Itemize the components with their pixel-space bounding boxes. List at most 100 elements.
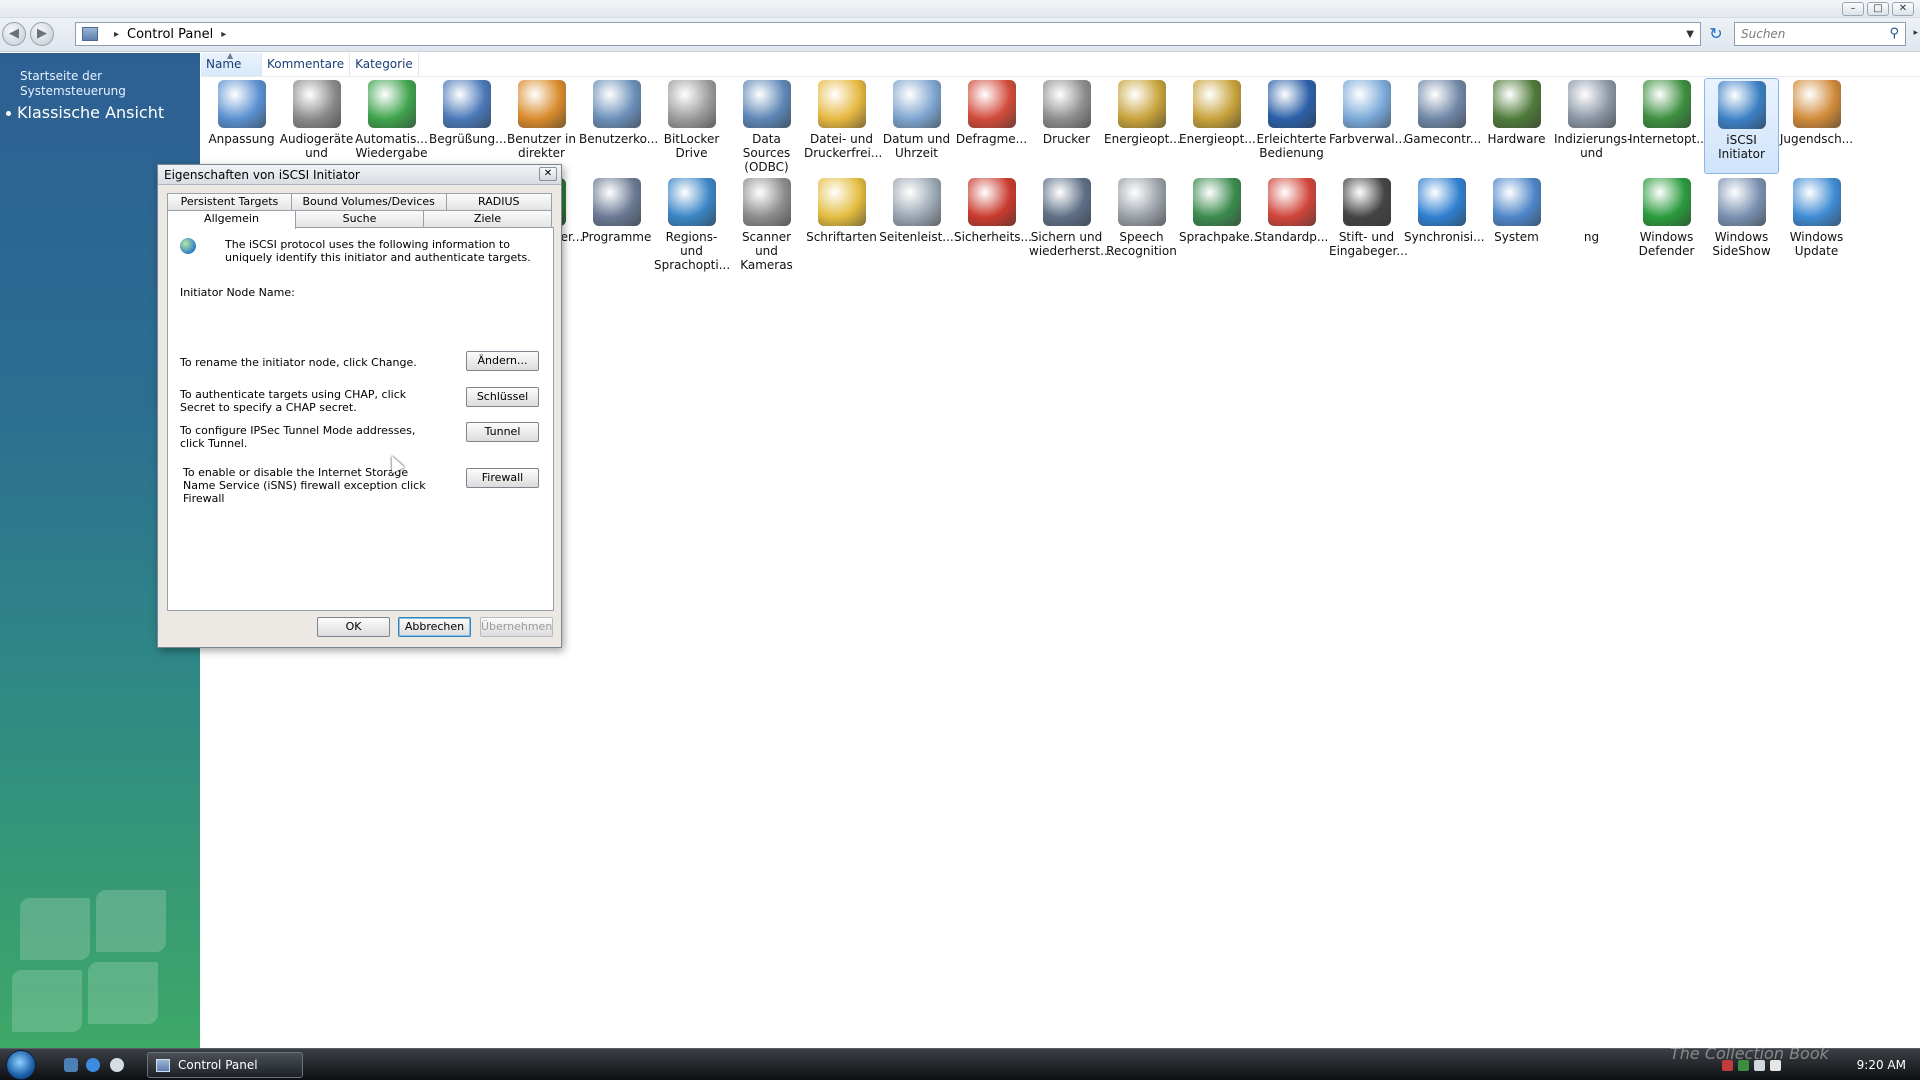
item-label: Defragme... [955, 132, 1028, 146]
address-dropdown-icon[interactable]: ▼ [1686, 29, 1694, 40]
control-panel-item[interactable]: Windows Defender [1629, 176, 1704, 272]
close-window-button[interactable]: ✕ [1892, 2, 1914, 16]
internet-explorer-icon[interactable] [86, 1058, 100, 1072]
system-icon [1492, 178, 1541, 226]
control-panel-item[interactable]: Benutzerko... [579, 78, 659, 174]
control-panel-item[interactable]: Benutzer in direkter [504, 78, 579, 174]
control-panel-item[interactable]: ng [1554, 176, 1629, 272]
control-panel-home-link[interactable]: Startseite der Systemsteuerung [20, 69, 170, 99]
control-panel-item[interactable]: Erleichterte Bedienung [1254, 78, 1329, 174]
control-panel-item[interactable]: Jugendsch... [1779, 78, 1854, 174]
parental-controls-icon [1792, 80, 1841, 128]
maximize-button[interactable]: □ [1867, 2, 1889, 16]
control-panel-item[interactable]: Farbverwal... [1329, 78, 1406, 174]
item-label: Anpassung [208, 132, 275, 146]
control-panel-item[interactable]: Gamecontr... [1404, 78, 1482, 174]
dialog-title-bar[interactable]: Eigenschaften von iSCSI Initiator ✕ [158, 165, 561, 185]
secret-button[interactable]: Schlüssel [466, 387, 539, 407]
tunnel-button[interactable]: Tunnel [466, 422, 539, 442]
control-panel-item[interactable]: Sicherheits... [954, 176, 1032, 272]
control-panel-item[interactable]: Scanner und Kameras [729, 176, 804, 272]
item-label: BitLocker Drive [663, 132, 720, 160]
taskbar-control-panel-button[interactable]: Control Panel [147, 1052, 303, 1078]
control-panel-item[interactable]: Stift- und Eingabeger... [1329, 176, 1408, 272]
cancel-button[interactable]: Abbrechen [398, 617, 471, 637]
control-panel-item[interactable]: Automatis... Wiedergabe [354, 78, 429, 174]
firewall-button[interactable]: Firewall [466, 468, 539, 488]
classic-view-item[interactable]: Klassische Ansicht [6, 103, 164, 122]
printer-icon [1042, 80, 1091, 128]
item-label: Gamecontr... [1404, 132, 1482, 146]
taskbar-button-label: Control Panel [178, 1058, 258, 1072]
back-button[interactable]: ◀ [2, 22, 26, 46]
search-icon[interactable]: ⚲ [1889, 26, 1899, 41]
dialog-close-button[interactable]: ✕ [539, 167, 557, 181]
control-panel-item[interactable]: Internetopt... [1629, 78, 1708, 174]
apply-button[interactable]: Übernehmen [480, 617, 553, 637]
chevron-right-icon[interactable]: ▸ [1913, 28, 1918, 38]
control-panel-item[interactable]: Synchronisi... [1404, 176, 1485, 272]
address-bar[interactable]: ▸ Control Panel ▸ ▼ [75, 22, 1701, 46]
control-panel-item[interactable]: BitLocker Drive [654, 78, 729, 174]
start-button[interactable] [6, 1050, 36, 1080]
tab-radius[interactable]: RADIUS [445, 193, 552, 210]
control-panel-item[interactable]: Begrüßung... [429, 78, 507, 174]
breadcrumb-control-panel[interactable]: Control Panel [127, 27, 213, 42]
column-header-bar: Name Kommentare Kategorie ▲ [201, 51, 1920, 77]
minimize-button[interactable]: – [1842, 2, 1864, 16]
item-label: Windows Defender [1638, 230, 1695, 258]
tab-persistent-targets[interactable]: Persistent Targets [167, 193, 292, 210]
control-panel-item[interactable]: Sprachpake... [1179, 176, 1261, 272]
search-input[interactable]: Suchen ⚲ [1734, 22, 1906, 46]
system-clock[interactable]: 9:20 AM [1857, 1058, 1906, 1072]
ok-button[interactable]: OK [317, 617, 390, 637]
microphone-icon [1117, 178, 1166, 226]
window-title-bar: – □ ✕ [0, 0, 1920, 18]
control-panel-item[interactable]: Schriftarten [804, 176, 879, 272]
tab-general[interactable]: Allgemein [167, 210, 296, 229]
media-player-icon[interactable] [110, 1058, 124, 1072]
tab-bound-volumes[interactable]: Bound Volumes/Devices [290, 193, 447, 210]
control-panel-item[interactable]: Drucker [1029, 78, 1104, 174]
control-panel-item[interactable]: Speech Recognition [1104, 176, 1179, 272]
control-panel-item[interactable]: Datum und Uhrzeit [879, 78, 954, 174]
tab-discovery[interactable]: Suche [295, 210, 424, 227]
control-panel-item[interactable]: Indizierungs- und [1554, 78, 1631, 174]
control-panel-item[interactable]: Hardware [1479, 78, 1554, 174]
control-panel-item[interactable]: Energieopt... [1104, 78, 1181, 174]
item-label: Speech Recognition [1106, 230, 1177, 258]
item-label: Standardp... [1254, 230, 1329, 244]
control-panel-item[interactable]: Sichern und wiederherst... [1029, 176, 1112, 272]
initiator-node-name-label: Initiator Node Name: [180, 286, 295, 299]
control-panel-item[interactable]: Regions- und Sprachopti... [654, 176, 730, 272]
control-panel-item[interactable]: System [1479, 176, 1554, 272]
control-panel-item[interactable]: Data Sources (ODBC) [729, 78, 804, 174]
column-header-comments[interactable]: Kommentare [262, 53, 351, 76]
refresh-icon[interactable]: ↻ [1706, 24, 1726, 44]
security-shield-icon [967, 178, 1016, 226]
autoplay-icon [367, 80, 416, 128]
control-panel-item[interactable]: Datei- und Druckerfrei... [804, 78, 882, 174]
control-panel-item[interactable]: Standardp... [1254, 176, 1329, 272]
control-panel-item[interactable]: Programme [579, 176, 654, 272]
change-button[interactable]: Ändern... [466, 351, 539, 371]
clock-calendar-icon [892, 80, 941, 128]
control-panel-item[interactable]: Audiogeräte und [279, 78, 354, 174]
sidebar-gear-icon [892, 178, 941, 226]
bitlocker-icon [667, 80, 716, 128]
tab-targets[interactable]: Ziele [423, 210, 552, 227]
control-panel-item[interactable]: Windows Update [1779, 176, 1854, 272]
ease-of-access-icon [1267, 80, 1316, 128]
item-label: Benutzerko... [579, 132, 659, 146]
globe-icon [667, 178, 716, 226]
control-panel-item[interactable]: Windows SideShow [1704, 176, 1779, 272]
control-panel-item[interactable]: Energieopt... [1179, 78, 1256, 174]
breadcrumb-separator-icon[interactable]: ▸ [221, 29, 226, 40]
control-panel-item[interactable]: Seitenleist... [879, 176, 954, 272]
column-header-category[interactable]: Kategorie [350, 53, 419, 76]
forward-button[interactable]: ▶ [30, 22, 54, 46]
control-panel-item[interactable]: iSCSI Initiator [1704, 78, 1779, 174]
control-panel-item[interactable]: Defragme... [954, 78, 1029, 174]
show-desktop-icon[interactable] [64, 1058, 78, 1072]
control-panel-item[interactable]: Anpassung [204, 78, 279, 174]
